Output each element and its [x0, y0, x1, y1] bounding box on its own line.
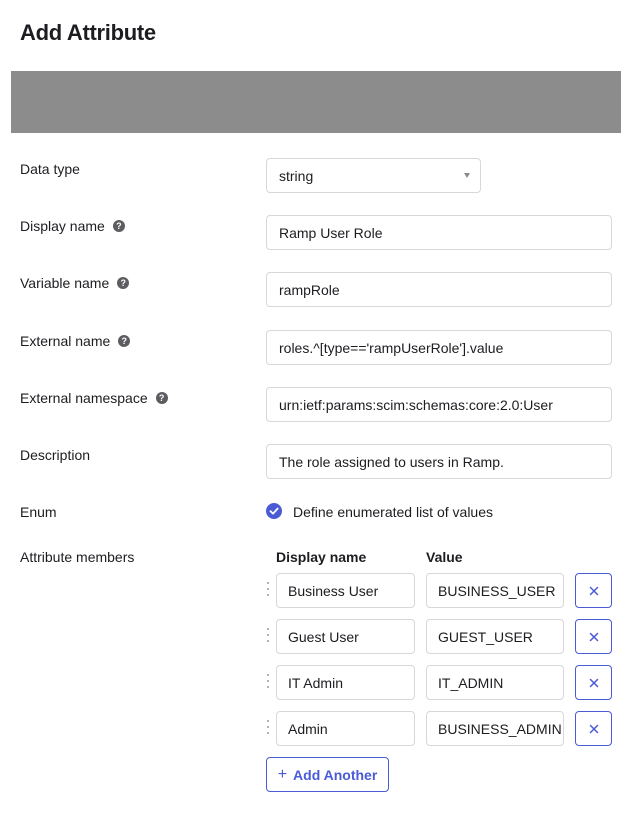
question-circle-icon[interactable]: ?	[117, 277, 130, 289]
external-name-field[interactable]: roles.^[type=='rampUserRole'].value	[266, 330, 612, 365]
close-icon	[589, 586, 598, 595]
description-value: The role assigned to users in Ramp.	[279, 453, 504, 470]
member-value-text: BUSINESS_USER	[438, 582, 556, 599]
display-name-value: Ramp User Role	[279, 224, 383, 241]
variable-name-label: Variable name ?	[20, 275, 130, 291]
display-name-label-text: Display name	[20, 218, 105, 234]
remove-member-button[interactable]	[575, 573, 612, 608]
enum-label-text: Enum	[20, 504, 57, 520]
column-header-display-name: Display name	[276, 549, 367, 565]
plus-icon: +	[277, 765, 288, 783]
external-namespace-field[interactable]: urn:ietf:params:scim:schemas:core:2.0:Us…	[266, 387, 612, 422]
chevron-down-icon	[464, 173, 470, 178]
close-icon	[589, 724, 598, 733]
member-display-name-input[interactable]: Business User	[276, 573, 415, 608]
close-icon	[589, 632, 598, 641]
add-another-label: Add Another	[293, 766, 378, 783]
member-display-name-input[interactable]: Admin	[276, 711, 415, 746]
member-value-input[interactable]: IT_ADMIN	[426, 665, 564, 700]
column-header-value: Value	[426, 549, 463, 565]
question-circle-icon[interactable]: ?	[155, 392, 168, 404]
remove-member-button[interactable]	[575, 711, 612, 746]
member-display-name-value: IT Admin	[288, 674, 343, 691]
description-label: Description	[20, 447, 90, 463]
enum-checkbox[interactable]	[266, 503, 282, 519]
external-name-label-text: External name	[20, 333, 111, 349]
question-circle-icon[interactable]: ?	[118, 335, 131, 347]
remove-member-button[interactable]	[575, 665, 612, 700]
header-banner	[11, 71, 621, 133]
description-field[interactable]: The role assigned to users in Ramp.	[266, 444, 612, 479]
data-type-label: Data type	[20, 161, 80, 177]
member-display-name-value: Guest User	[288, 628, 359, 645]
question-circle-icon[interactable]: ?	[112, 220, 125, 232]
drag-handle-icon[interactable]	[266, 720, 270, 734]
variable-name-field[interactable]: rampRole	[266, 272, 612, 307]
attribute-members-label-text: Attribute members	[20, 549, 135, 565]
enum-label: Enum	[20, 504, 57, 520]
drag-handle-icon[interactable]	[266, 628, 270, 642]
check-icon	[269, 507, 279, 515]
member-value-text: BUSINESS_ADMIN	[438, 720, 562, 737]
member-value-text: IT_ADMIN	[438, 674, 504, 691]
variable-name-label-text: Variable name	[20, 275, 110, 291]
enum-checkbox-label[interactable]: Define enumerated list of values	[293, 504, 493, 520]
external-namespace-label-text: External namespace	[20, 390, 148, 406]
attribute-members-label: Attribute members	[20, 549, 134, 565]
data-type-value: string	[279, 167, 314, 184]
member-display-name-input[interactable]: IT Admin	[276, 665, 415, 700]
description-label-text: Description	[20, 447, 91, 463]
member-display-name-input[interactable]: Guest User	[276, 619, 415, 654]
external-namespace-value: urn:ietf:params:scim:schemas:core:2.0:Us…	[279, 396, 553, 413]
external-name-value: roles.^[type=='rampUserRole'].value	[279, 339, 504, 356]
external-namespace-label: External namespace ?	[20, 390, 168, 406]
data-type-select[interactable]: string	[266, 158, 481, 193]
external-name-label: External name ?	[20, 333, 131, 349]
member-display-name-value: Business User	[288, 582, 379, 599]
drag-handle-icon[interactable]	[266, 674, 270, 688]
member-value-input[interactable]: BUSINESS_ADMIN	[426, 711, 564, 746]
member-value-input[interactable]: BUSINESS_USER	[426, 573, 564, 608]
display-name-field[interactable]: Ramp User Role	[266, 215, 612, 250]
add-another-button[interactable]: + Add Another	[266, 757, 389, 792]
member-display-name-value: Admin	[288, 720, 328, 737]
data-type-label-text: Data type	[20, 161, 80, 177]
variable-name-value: rampRole	[279, 281, 340, 298]
display-name-label: Display name ?	[20, 218, 125, 234]
drag-handle-icon[interactable]	[266, 582, 270, 596]
close-icon	[589, 678, 598, 687]
member-value-input[interactable]: GUEST_USER	[426, 619, 564, 654]
page-title: Add Attribute	[20, 20, 156, 45]
remove-member-button[interactable]	[575, 619, 612, 654]
member-value-text: GUEST_USER	[438, 628, 533, 645]
